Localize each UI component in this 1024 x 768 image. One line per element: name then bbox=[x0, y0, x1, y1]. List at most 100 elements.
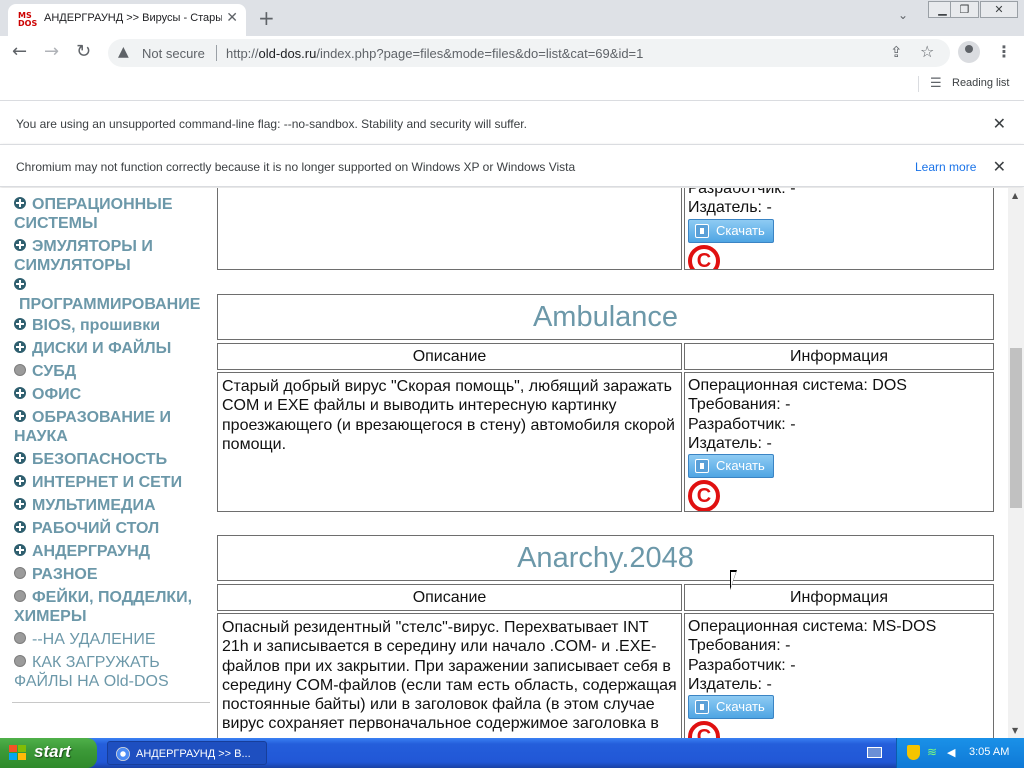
address-bar[interactable]: ▲ Not secure http://old-dos.ru/index.php… bbox=[108, 39, 950, 67]
sidebar-item-how-to-upload[interactable]: КАК ЗАГРУЖАТЬ ФАЙЛЫ НА Old-DOS bbox=[14, 653, 210, 691]
file-info-cell: Операционная система: DOS Требования: - … bbox=[684, 372, 994, 512]
sidebar-item-programming[interactable]: ПРОГРАММИРОВАНИЕ bbox=[14, 276, 210, 314]
new-tab-button[interactable]: + bbox=[258, 6, 275, 30]
unsupported-os-infobar: Chromium may not function correctly beca… bbox=[0, 144, 1024, 187]
sidebar-item-multimedia[interactable]: МУЛЬТИМЕДИА bbox=[14, 496, 210, 515]
download-icon bbox=[695, 459, 709, 474]
infobar-close-icon[interactable]: ✕ bbox=[993, 114, 1006, 134]
expand-plus-icon[interactable] bbox=[14, 452, 26, 464]
browser-tab[interactable]: MS DOS АНДЕРГРАУНД >> Вирусы - Стары ✕ bbox=[8, 4, 246, 36]
expand-plus-icon[interactable] bbox=[14, 475, 26, 487]
sidebar-item-disks[interactable]: ДИСКИ И ФАЙЛЫ bbox=[14, 339, 210, 358]
sidebar-item-deletion[interactable]: --НА УДАЛЕНИЕ bbox=[14, 630, 210, 649]
browser-menu-icon[interactable]: ⋮ bbox=[996, 42, 1012, 61]
sidebar-item-underground[interactable]: АНДЕРГРАУНД bbox=[14, 542, 210, 561]
expand-plus-icon[interactable] bbox=[14, 318, 26, 330]
expand-plus-icon[interactable] bbox=[14, 498, 26, 510]
file-description: Старый добрый вирус "Скорая помощь", люб… bbox=[217, 372, 682, 512]
expand-plus-icon[interactable] bbox=[14, 197, 26, 209]
sidebar-item-security[interactable]: БЕЗОПАСНОСТЬ bbox=[14, 450, 210, 469]
file-title[interactable]: Anarchy.2048 bbox=[517, 542, 694, 575]
tab-search-chevron-icon[interactable]: ⌄ bbox=[898, 8, 908, 22]
keyboard-language-icon[interactable] bbox=[867, 747, 882, 758]
info-publisher: Издатель: - bbox=[688, 675, 772, 693]
windows-taskbar: start АНДЕРГРАУНД >> В... ≋ ◀ 3:05 AM bbox=[0, 738, 1024, 768]
sidebar-item-emulators[interactable]: ЭМУЛЯТОРЫ И СИМУЛЯТОРЫ bbox=[14, 237, 210, 275]
sidebar-item-dbms[interactable]: СУБД bbox=[14, 362, 210, 381]
share-icon[interactable]: ⇪ bbox=[890, 43, 903, 61]
info-requirements: Требования: - bbox=[688, 637, 791, 655]
download-button[interactable]: Скачать bbox=[688, 454, 774, 479]
reading-list-icon[interactable]: ☰ bbox=[930, 76, 942, 91]
tab-close-icon[interactable]: ✕ bbox=[226, 10, 238, 26]
sidebar-item-internet[interactable]: ИНТЕРНЕТ И СЕТИ bbox=[14, 473, 210, 492]
window-close-button[interactable]: ✕ bbox=[980, 1, 1018, 18]
taskbar-window-label: АНДЕРГРАУНД >> В... bbox=[136, 748, 251, 760]
information-header: Информация bbox=[684, 343, 994, 370]
description-header: Описание bbox=[217, 584, 682, 611]
copyright-icon: C bbox=[688, 480, 720, 511]
not-secure-label[interactable]: Not secure bbox=[142, 46, 205, 61]
back-icon[interactable]: ← bbox=[12, 41, 27, 62]
page-scrollbar[interactable]: ▲ ▼ bbox=[1008, 188, 1024, 738]
scrollbar-thumb[interactable] bbox=[1010, 348, 1022, 508]
browser-toolbar: ← → ↻ ▲ Not secure http://old-dos.ru/ind… bbox=[0, 36, 1024, 69]
expand-plus-icon[interactable] bbox=[14, 521, 26, 533]
forward-icon[interactable]: → bbox=[44, 41, 59, 62]
taskbar-window-button[interactable]: АНДЕРГРАУНД >> В... bbox=[107, 741, 267, 765]
expand-plus-icon[interactable] bbox=[14, 410, 26, 422]
info-os: Операционная система: MS-DOS bbox=[688, 618, 937, 635]
page-content: ОПЕРАЦИОННЫЕ СИСТЕМЫ ЭМУЛЯТОРЫ И СИМУЛЯТ… bbox=[0, 188, 1008, 738]
download-icon bbox=[695, 223, 709, 238]
scroll-down-arrow-icon[interactable]: ▼ bbox=[1012, 726, 1018, 735]
expand-plus-icon[interactable] bbox=[14, 239, 26, 251]
tab-title: АНДЕРГРАУНД >> Вирусы - Стары bbox=[44, 12, 222, 24]
reload-icon[interactable]: ↻ bbox=[76, 41, 91, 62]
volume-icon[interactable]: ◀ bbox=[947, 746, 961, 760]
expand-plus-icon[interactable] bbox=[14, 544, 26, 556]
start-button[interactable]: start bbox=[0, 738, 97, 768]
url-path: /index.php?page=files&mode=files&do=list… bbox=[316, 46, 644, 61]
file-info-cell: Операционная система: MS-DOS Требования:… bbox=[684, 613, 994, 738]
sandbox-warning-infobar: You are using an unsupported command-lin… bbox=[0, 100, 1024, 144]
copyright-icon: C bbox=[688, 244, 720, 269]
maximize-button[interactable]: ❐ bbox=[950, 1, 979, 18]
windows-logo-icon bbox=[9, 745, 27, 761]
info-publisher: Издатель: - bbox=[688, 434, 772, 452]
expand-plus-icon[interactable] bbox=[14, 278, 26, 290]
bullet-dot-icon bbox=[14, 364, 26, 376]
sidebar-item-fakes[interactable]: ФЕЙКИ, ПОДДЕЛКИ, ХИМЕРЫ bbox=[14, 588, 210, 626]
sidebar-item-office[interactable]: ОФИС bbox=[14, 385, 210, 404]
info-developer: Разработчик: - bbox=[688, 415, 796, 433]
system-tray: ≋ ◀ 3:05 AM bbox=[896, 738, 1024, 768]
bookmark-star-icon[interactable]: ☆ bbox=[920, 42, 934, 61]
system-clock[interactable]: 3:05 AM bbox=[969, 746, 1009, 758]
expand-plus-icon[interactable] bbox=[14, 387, 26, 399]
start-label: start bbox=[34, 742, 71, 761]
profile-avatar-icon[interactable] bbox=[958, 41, 980, 63]
learn-more-link[interactable]: Learn more bbox=[915, 160, 976, 174]
sidebar-item-bios[interactable]: BIOS, прошивки bbox=[14, 316, 210, 335]
network-icon[interactable]: ≋ bbox=[927, 746, 941, 759]
sidebar-item-os[interactable]: ОПЕРАЦИОННЫЕ СИСТЕМЫ bbox=[14, 195, 210, 233]
infobar-close-icon[interactable]: ✕ bbox=[993, 157, 1006, 177]
url-text[interactable]: http://old-dos.ru/index.php?page=files&m… bbox=[226, 46, 643, 61]
download-button[interactable]: Скачать bbox=[688, 218, 774, 243]
download-button[interactable]: Скачать bbox=[688, 695, 774, 720]
sidebar-item-education[interactable]: ОБРАЗОВАНИЕ И НАУКА bbox=[14, 408, 210, 446]
info-line: Издатель: - bbox=[688, 199, 772, 217]
site-favicon-icon: MS DOS bbox=[18, 11, 38, 28]
sidebar-divider bbox=[12, 702, 210, 703]
url-scheme: http:// bbox=[226, 46, 259, 61]
expand-plus-icon[interactable] bbox=[14, 341, 26, 353]
sidebar-item-misc[interactable]: РАЗНОЕ bbox=[14, 565, 210, 584]
warning-icon[interactable]: ▲ bbox=[118, 44, 129, 60]
security-shield-icon[interactable] bbox=[907, 745, 920, 760]
tab-strip: MS DOS АНДЕРГРАУНД >> Вирусы - Стары ✕ +… bbox=[0, 0, 1024, 36]
file-title[interactable]: Ambulance bbox=[533, 301, 678, 334]
scroll-up-arrow-icon[interactable]: ▲ bbox=[1012, 191, 1018, 200]
reading-list-button[interactable]: Reading list bbox=[952, 77, 1009, 89]
sidebar-item-desktop[interactable]: РАБОЧИЙ СТОЛ bbox=[14, 519, 210, 538]
copyright-icon: C bbox=[688, 721, 720, 738]
bookmarks-divider bbox=[918, 76, 919, 92]
